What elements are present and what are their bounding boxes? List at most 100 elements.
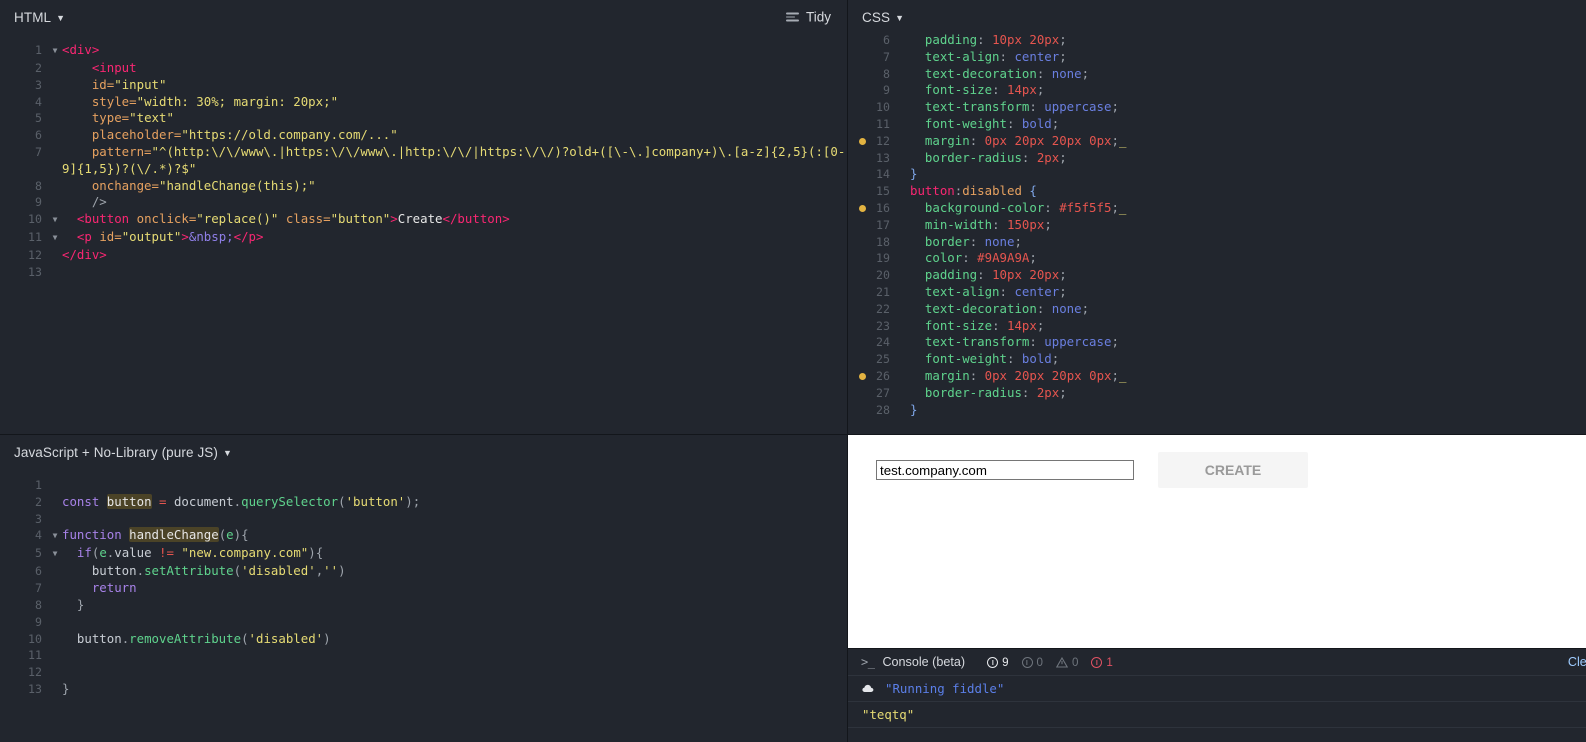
console-counters: 9 0 0 1 — [987, 656, 1113, 669]
code-text: /> — [91, 194, 107, 210]
line-number: 12 — [28, 665, 42, 680]
code-line: 6 padding: 10px 20px; — [848, 34, 1586, 49]
tidy-icon — [785, 12, 799, 22]
code-line: 27 border-radius: 2px; — [848, 385, 1586, 402]
fold-toggle-icon[interactable]: ▼ — [48, 229, 62, 247]
html-code-area[interactable]: 1 ▼ <div> 2 <input 3 id="input" 4 style="widt… — [0, 34, 847, 434]
js-panel-header: JavaScript + No-Library (pure JS) ▼ — [0, 435, 847, 469]
line-number: 2 — [35, 61, 42, 75]
warning-count[interactable]: 0 — [1055, 656, 1078, 669]
line-number: 1 — [35, 478, 42, 492]
line-number: 12 — [876, 133, 890, 148]
line-number: 12 — [28, 248, 42, 263]
fold-toggle-icon[interactable]: ▼ — [48, 545, 62, 563]
line-number: 3 — [35, 77, 42, 92]
line-number: 15 — [876, 184, 890, 199]
info-count-value: 0 — [1036, 655, 1043, 669]
line-number: 8 — [35, 597, 42, 612]
code-text: padding: 10px 20px; — [924, 34, 1067, 47]
code-text: border-radius: 2px; — [924, 384, 1067, 400]
code-text: text-transform: uppercase; — [924, 334, 1119, 350]
line-number: 10 — [28, 212, 42, 227]
code-text: return — [91, 580, 137, 596]
line-number: 13 — [28, 681, 42, 696]
code-line: 26 margin: 0px 20px 20px 0px;_ — [848, 368, 1586, 385]
code-line: 12 — [0, 664, 847, 681]
code-line: 4 style="width: 30%; margin: 20px;" — [0, 94, 847, 111]
code-text: button:disabled { — [910, 183, 1037, 199]
code-text: border: none; — [924, 233, 1022, 249]
code-text: text-transform: uppercase; — [924, 99, 1119, 115]
error-count[interactable]: 1 — [1091, 656, 1113, 669]
css-panel-title[interactable]: CSS ▼ — [862, 10, 904, 25]
code-line: 2 <input — [0, 60, 847, 77]
code-line: 12 margin: 0px 20px 20px 0px;_ — [848, 133, 1586, 150]
log-count[interactable]: 9 — [987, 656, 1009, 669]
info-count[interactable]: 0 — [1021, 655, 1043, 669]
line-number: 18 — [876, 234, 890, 249]
code-line: 5 ▼ if(e.value != "new.company.com"){ — [0, 545, 847, 563]
line-number: 21 — [876, 284, 890, 299]
code-text: } — [62, 680, 70, 696]
css-panel-header: CSS ▼ — [848, 0, 1586, 34]
code-text: if(e.value != "new.company.com"){ — [76, 545, 324, 561]
code-line: 13 — [0, 264, 847, 281]
tidy-button[interactable]: Tidy — [785, 9, 831, 25]
code-line: 21 text-align: center; — [848, 284, 1586, 301]
line-number: 9 — [35, 195, 42, 210]
line-number: 27 — [876, 385, 890, 400]
code-text: <button onclick="replace()" class="butto… — [76, 211, 510, 227]
gutter-marker-dot[interactable] — [859, 372, 866, 380]
fold-toggle-icon[interactable]: ▼ — [48, 527, 62, 545]
line-number: 24 — [876, 335, 890, 350]
console-message-text: "teqtq" — [862, 707, 915, 722]
line-number: 11 — [876, 116, 890, 131]
code-line: 17 min-width: 150px; — [848, 217, 1586, 234]
tidy-button-label: Tidy — [805, 9, 831, 25]
code-text: margin: 0px 20px 20px 0px;_ — [924, 132, 1127, 148]
code-line: 12 </div> — [0, 247, 847, 264]
fold-toggle-icon[interactable]: ▼ — [48, 211, 62, 229]
code-text: <div> — [62, 42, 100, 57]
chevron-down-icon: ▼ — [56, 12, 66, 23]
code-line: 18 border: none; — [848, 234, 1586, 251]
line-number: 8 — [883, 66, 890, 81]
code-line: 14} — [848, 166, 1586, 183]
console-clear-button[interactable]: Clear — [1568, 655, 1586, 669]
code-text: font-size: 14px; — [924, 82, 1045, 98]
gutter-marker-dot[interactable] — [859, 204, 866, 212]
console-title[interactable]: Console (beta) — [882, 655, 965, 669]
gutter-marker-dot[interactable] — [859, 137, 866, 145]
fold-toggle-icon[interactable]: ▼ — [48, 42, 62, 60]
code-text: } — [76, 596, 85, 612]
line-number: 25 — [876, 352, 890, 367]
css-code-area[interactable]: 6 padding: 10px 20px; 7 text-align: cente… — [848, 34, 1586, 434]
code-text: background-color: #f5f5f5;_ — [924, 199, 1127, 215]
code-text: } — [910, 401, 918, 417]
line-number: 11 — [28, 230, 42, 245]
code-line: 10 ▼ <button onclick="replace()" class="b… — [0, 211, 847, 229]
html-panel-title[interactable]: HTML ▼ — [14, 10, 65, 25]
js-panel-title-label: JavaScript + No-Library (pure JS) — [14, 444, 218, 460]
info-circle-icon — [1091, 656, 1103, 668]
result-preview-panel: Create >_ Console (beta) 9 0 0 1 Clear "Run… — [848, 435, 1586, 742]
css-panel-title-label: CSS — [862, 9, 891, 25]
line-number: 11 — [28, 648, 42, 663]
js-code-area[interactable]: 1 2 const button = document.querySelector… — [0, 469, 847, 742]
code-text: border-radius: 2px; — [924, 149, 1067, 165]
company-url-input[interactable] — [876, 460, 1134, 480]
code-line: 7 text-align: center; — [848, 49, 1586, 66]
create-button[interactable]: Create — [1158, 452, 1308, 488]
code-line: 11 font-weight: bold; — [848, 116, 1586, 133]
code-text: function handleChange(e){ — [62, 527, 249, 543]
code-text: <p id="output">&nbsp;</p> — [76, 229, 264, 245]
code-line: 7 pattern="^(http:\/\/www\.|https:\/\/ww… — [0, 144, 847, 178]
line-number: 5 — [35, 111, 42, 126]
code-text: color: #9A9A9A; — [924, 250, 1037, 266]
line-number: 22 — [876, 301, 890, 316]
code-text: min-width: 150px; — [924, 216, 1052, 232]
js-panel-title[interactable]: JavaScript + No-Library (pure JS) ▼ — [14, 445, 232, 460]
html-editor-panel: HTML ▼ Tidy 1 ▼ <div> 2 <input 3 id="input" 4 … — [0, 0, 848, 435]
